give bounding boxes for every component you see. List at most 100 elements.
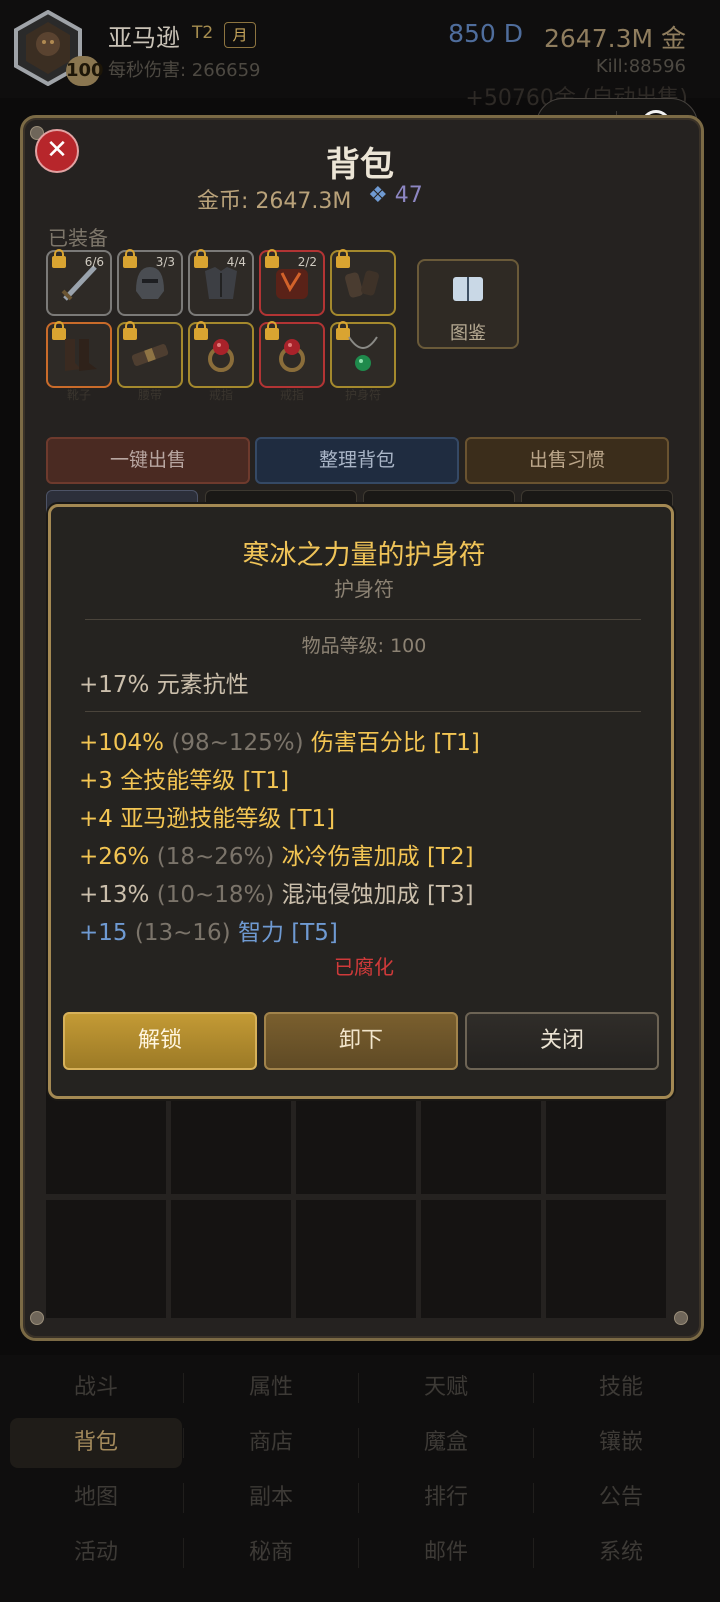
unlock-button[interactable]: 解锁 xyxy=(63,1012,257,1070)
nav-item[interactable]: 天赋 xyxy=(360,1363,532,1413)
equipment-slot[interactable]: 3/3 xyxy=(117,249,183,316)
codex-button[interactable]: 图鉴 xyxy=(417,259,519,349)
nav-item[interactable]: 战斗 xyxy=(10,1363,182,1413)
nav-item[interactable]: 背包 xyxy=(10,1418,182,1468)
equipment-slot[interactable]: 靴子 xyxy=(46,321,112,402)
nav-divider xyxy=(358,1428,359,1458)
nav-divider xyxy=(533,1373,534,1403)
affix-value: +3 xyxy=(79,768,113,794)
inventory-cell[interactable] xyxy=(296,1200,416,1318)
nav-divider xyxy=(358,1373,359,1403)
nav-item[interactable]: 活动 xyxy=(10,1528,182,1578)
nav-divider xyxy=(358,1538,359,1568)
equipment-slot[interactable]: 戒指 xyxy=(188,321,254,402)
nav-item[interactable]: 排行 xyxy=(360,1473,532,1523)
slot-count: 2/2 xyxy=(297,255,317,269)
affix-line: +13% (10~18%) 混沌侵蚀加成 [T3] xyxy=(79,875,474,909)
sell-habit-button[interactable]: 出售习惯 xyxy=(465,437,669,484)
slot-label: 靴子 xyxy=(66,388,91,402)
nav-divider xyxy=(533,1428,534,1458)
sell-all-button[interactable]: 一键出售 xyxy=(46,437,250,484)
implicit-stat: +17% 元素抗性 xyxy=(79,672,249,698)
equipment-slot[interactable]: 6/6 xyxy=(46,249,112,316)
affix-value: +26% xyxy=(79,844,150,870)
nav-divider xyxy=(533,1483,534,1513)
affix-range: (10~18%) xyxy=(156,882,275,908)
boots-icon xyxy=(65,339,97,371)
equipped-label: 已装备 xyxy=(48,226,108,250)
equipment-slot[interactable]: 戒指 xyxy=(259,321,325,402)
panel-rivet xyxy=(30,1311,44,1325)
affix-line: +15 (13~16) 智力 [T5] xyxy=(79,913,338,947)
affix-value: +15 xyxy=(79,920,128,946)
inventory-cell[interactable] xyxy=(171,1200,291,1318)
tooltip-divider xyxy=(85,711,641,712)
nav-item[interactable]: 属性 xyxy=(185,1363,357,1413)
equipment-slot[interactable] xyxy=(330,249,396,316)
nav-item[interactable]: 邮件 xyxy=(360,1528,532,1578)
kill-count: Kill:88596 xyxy=(595,56,686,77)
equipment-slot[interactable]: 腰带 xyxy=(117,321,183,402)
gold-count: 2647.3M 金 xyxy=(544,24,686,53)
affix-name: 全技能等级 [T1] xyxy=(120,768,290,794)
inventory-grid xyxy=(46,1076,666,1320)
slot-label: 护身符 xyxy=(344,388,381,402)
bracers-icon xyxy=(345,270,379,298)
nav-item[interactable]: 副本 xyxy=(185,1473,357,1523)
tooltip-divider xyxy=(85,619,641,620)
item-tooltip: 寒冰之力量的护身符 护身符 物品等级: 100 +17% 元素抗性 +104% … xyxy=(48,504,674,1099)
nav-divider xyxy=(533,1538,534,1568)
belt-icon xyxy=(131,344,169,366)
unequip-button[interactable]: 卸下 xyxy=(264,1012,458,1070)
affix-name: 冰冷伤害加成 [T2] xyxy=(281,844,474,870)
codex-label: 图鉴 xyxy=(450,323,486,344)
nav-item[interactable]: 地图 xyxy=(10,1473,182,1523)
damage-per-second: 每秒伤害: 266659 xyxy=(108,60,261,81)
backpack-gems: ❖ 47 xyxy=(368,183,423,208)
nav-divider xyxy=(183,1373,184,1403)
nav-item[interactable]: 魔盒 xyxy=(360,1418,532,1468)
affix-range: (18~26%) xyxy=(156,844,275,870)
slot-count: 4/4 xyxy=(226,255,246,269)
affix-line: +104% (98~125%) 伤害百分比 [T1] xyxy=(79,723,480,757)
nav-divider xyxy=(183,1483,184,1513)
nav-item[interactable]: 镶嵌 xyxy=(535,1418,707,1468)
ring-icon xyxy=(279,339,305,372)
affix-range: (98~125%) xyxy=(171,730,304,756)
ring-icon xyxy=(208,339,234,372)
nav-item[interactable]: 秘商 xyxy=(185,1528,357,1578)
affix-line: +26% (18~26%) 冰冷伤害加成 [T2] xyxy=(79,837,474,871)
nav-item[interactable]: 公告 xyxy=(535,1473,707,1523)
affix-value: +104% xyxy=(79,730,165,756)
sort-backpack-button[interactable]: 整理背包 xyxy=(255,437,459,484)
affix-line: +3 全技能等级 [T1] xyxy=(79,761,289,795)
equipment-slot[interactable]: 2/2 xyxy=(259,249,325,316)
slot-label: 戒指 xyxy=(208,388,233,402)
gem-icon: ❖ xyxy=(368,183,388,208)
nav-item[interactable]: 商店 xyxy=(185,1418,357,1468)
affix-line: +4 亚马逊技能等级 [T1] xyxy=(79,799,335,833)
slot-count: 3/3 xyxy=(155,255,175,269)
nav-item[interactable]: 系统 xyxy=(535,1528,707,1578)
equipment-slot[interactable]: 4/4 xyxy=(188,249,254,316)
book-icon xyxy=(453,277,483,301)
hero-name: 亚马逊 xyxy=(108,24,180,52)
backpack-gold: 金币: 2647.3M xyxy=(197,189,352,214)
item-name: 寒冰之力量的护身符 xyxy=(242,540,486,571)
inventory-cell[interactable] xyxy=(546,1200,666,1318)
item-type: 护身符 xyxy=(334,577,394,601)
equipment-slot[interactable]: 护身符 xyxy=(330,321,396,402)
inventory-cell[interactable] xyxy=(46,1200,166,1318)
affix-name: 伤害百分比 [T1] xyxy=(310,730,480,756)
nav-divider xyxy=(358,1483,359,1513)
nav-item[interactable]: 技能 xyxy=(535,1363,707,1413)
close-tooltip-button[interactable]: 关闭 xyxy=(465,1012,659,1070)
affix-value: +13% xyxy=(79,882,150,908)
affix-name: 智力 [T5] xyxy=(237,920,338,946)
inventory-cell[interactable] xyxy=(421,1200,541,1318)
diamond-count: 850 D xyxy=(448,19,523,48)
affix-value: +4 xyxy=(79,806,113,832)
monthly-card-badge[interactable]: 月 xyxy=(224,22,256,48)
affix-name: 混沌侵蚀加成 [T3] xyxy=(281,882,474,908)
slot-count: 6/6 xyxy=(84,255,104,269)
